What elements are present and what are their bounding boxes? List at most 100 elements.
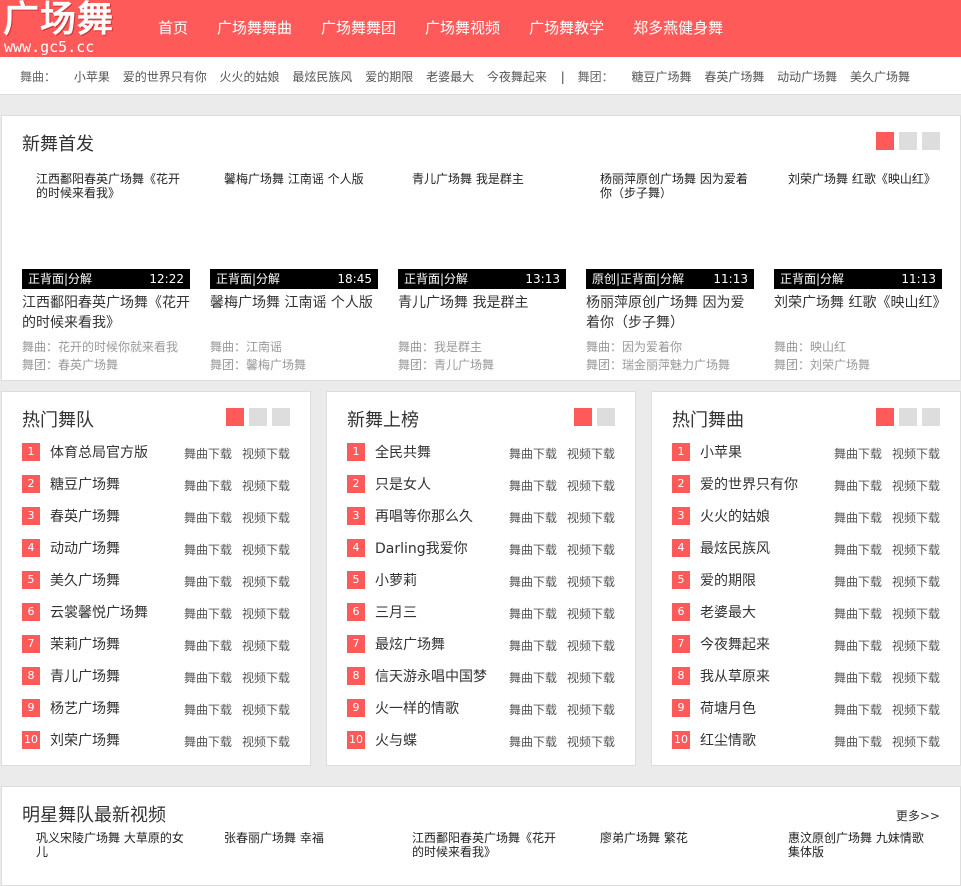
pager-dot[interactable] — [922, 408, 940, 426]
quick-song-link[interactable]: 爱的期限 — [365, 70, 413, 84]
nav-teams[interactable]: 广场舞舞团 — [308, 0, 409, 57]
pager-dot[interactable] — [922, 132, 940, 150]
song-download-link[interactable]: 舞曲下载 — [834, 637, 882, 654]
video-thumbnail-title[interactable]: 巩义宋陵广场舞 大草原的女儿 — [36, 831, 186, 859]
video-title[interactable]: 馨梅广场舞 江南谣 个人版 — [210, 293, 378, 313]
video-thumbnail-title[interactable]: 江西鄱阳春英广场舞《花开的时候来看我》 — [412, 831, 562, 859]
song-download-link[interactable]: 舞曲下载 — [509, 605, 557, 622]
item-name[interactable]: 最炫民族风 — [700, 538, 770, 558]
song-download-link[interactable]: 舞曲下载 — [834, 541, 882, 558]
video-team[interactable]: 舞团：春英广场舞 — [22, 356, 118, 373]
video-song[interactable]: 舞曲：映山红 — [774, 338, 846, 355]
song-download-link[interactable]: 舞曲下载 — [184, 701, 232, 718]
item-name[interactable]: Darling我爱你 — [375, 538, 468, 558]
song-download-link[interactable]: 舞曲下载 — [834, 605, 882, 622]
song-download-link[interactable]: 舞曲下载 — [509, 573, 557, 590]
video-title[interactable]: 杨丽萍原创广场舞 因为爱着你（步子舞） — [586, 293, 754, 333]
video-thumbnail[interactable]: 杨丽萍原创广场舞 因为爱着你（步子舞） — [586, 158, 754, 269]
video-download-link[interactable]: 视频下载 — [892, 733, 940, 750]
quick-song-link[interactable]: 最炫民族风 — [292, 70, 352, 84]
site-logo[interactable]: 广场舞 www.gc5.cc — [0, 0, 130, 57]
item-name[interactable]: 红尘情歌 — [700, 730, 756, 750]
video-download-link[interactable]: 视频下载 — [567, 733, 615, 750]
quick-song-link[interactable]: 火火的姑娘 — [220, 70, 280, 84]
song-download-link[interactable]: 舞曲下载 — [184, 541, 232, 558]
item-name[interactable]: 我从草原来 — [700, 666, 770, 686]
item-name[interactable]: 火火的姑娘 — [700, 506, 770, 526]
video-download-link[interactable]: 视频下载 — [892, 573, 940, 590]
video-download-link[interactable]: 视频下载 — [242, 701, 290, 718]
song-download-link[interactable]: 舞曲下载 — [184, 605, 232, 622]
item-name[interactable]: 火与蝶 — [375, 730, 417, 750]
item-name[interactable]: 刘荣广场舞 — [50, 730, 120, 750]
video-download-link[interactable]: 视频下载 — [892, 701, 940, 718]
item-name[interactable]: 荷塘月色 — [700, 698, 756, 718]
video-download-link[interactable]: 视频下载 — [242, 509, 290, 526]
nav-videos[interactable]: 广场舞视频 — [412, 0, 513, 57]
item-name[interactable]: 老婆最大 — [700, 602, 756, 622]
pager-dot[interactable] — [574, 408, 592, 426]
pager-dot[interactable] — [226, 408, 244, 426]
quick-song-link[interactable]: 今夜舞起来 — [487, 70, 547, 84]
song-download-link[interactable]: 舞曲下载 — [834, 509, 882, 526]
item-name[interactable]: 茉莉广场舞 — [50, 634, 120, 654]
song-download-link[interactable]: 舞曲下载 — [509, 733, 557, 750]
song-download-link[interactable]: 舞曲下载 — [509, 541, 557, 558]
item-name[interactable]: 美久广场舞 — [50, 570, 120, 590]
video-download-link[interactable]: 视频下载 — [892, 477, 940, 494]
item-name[interactable]: 糖豆广场舞 — [50, 474, 120, 494]
video-download-link[interactable]: 视频下载 — [567, 573, 615, 590]
item-name[interactable]: 只是女人 — [375, 474, 431, 494]
item-name[interactable]: 爱的期限 — [700, 570, 756, 590]
song-download-link[interactable]: 舞曲下载 — [834, 477, 882, 494]
song-download-link[interactable]: 舞曲下载 — [184, 509, 232, 526]
pager-dot[interactable] — [899, 408, 917, 426]
item-name[interactable]: 动动广场舞 — [50, 538, 120, 558]
item-name[interactable]: 最炫广场舞 — [375, 634, 445, 654]
video-song[interactable]: 舞曲：花开的时候你就来看我 — [22, 338, 178, 355]
video-download-link[interactable]: 视频下载 — [242, 477, 290, 494]
video-thumbnail-title[interactable]: 张春丽广场舞 幸福 — [224, 831, 374, 845]
quick-song-link[interactable]: 爱的世界只有你 — [123, 70, 207, 84]
video-team[interactable]: 舞团：刘荣广场舞 — [774, 356, 870, 373]
video-download-link[interactable]: 视频下载 — [567, 637, 615, 654]
video-team[interactable]: 舞团：瑞金丽萍魅力广场舞 — [586, 356, 730, 373]
song-download-link[interactable]: 舞曲下载 — [834, 701, 882, 718]
video-download-link[interactable]: 视频下载 — [242, 637, 290, 654]
quick-team-link[interactable]: 糖豆广场舞 — [631, 70, 691, 84]
video-download-link[interactable]: 视频下载 — [892, 605, 940, 622]
item-name[interactable]: 今夜舞起来 — [700, 634, 770, 654]
quick-team-link[interactable]: 春英广场舞 — [704, 70, 764, 84]
song-download-link[interactable]: 舞曲下载 — [509, 669, 557, 686]
pager-dot[interactable] — [876, 408, 894, 426]
item-name[interactable]: 青儿广场舞 — [50, 666, 120, 686]
video-download-link[interactable]: 视频下载 — [242, 541, 290, 558]
video-download-link[interactable]: 视频下载 — [242, 605, 290, 622]
video-thumbnail[interactable]: 江西鄱阳春英广场舞《花开的时候来看我》 — [22, 158, 190, 269]
pager-dot[interactable] — [272, 408, 290, 426]
item-name[interactable]: 爱的世界只有你 — [700, 474, 798, 494]
pager-dot[interactable] — [597, 408, 615, 426]
video-download-link[interactable]: 视频下载 — [567, 509, 615, 526]
video-download-link[interactable]: 视频下载 — [567, 445, 615, 462]
song-download-link[interactable]: 舞曲下载 — [509, 701, 557, 718]
video-download-link[interactable]: 视频下载 — [892, 669, 940, 686]
nav-songs[interactable]: 广场舞舞曲 — [204, 0, 305, 57]
video-title[interactable]: 江西鄱阳春英广场舞《花开的时候来看我》 — [22, 293, 190, 333]
video-download-link[interactable]: 视频下载 — [892, 637, 940, 654]
video-team[interactable]: 舞团：青儿广场舞 — [398, 356, 494, 373]
video-team[interactable]: 舞团：馨梅广场舞 — [210, 356, 306, 373]
video-download-link[interactable]: 视频下载 — [242, 573, 290, 590]
more-link[interactable]: 更多>> — [896, 807, 940, 824]
song-download-link[interactable]: 舞曲下载 — [184, 669, 232, 686]
song-download-link[interactable]: 舞曲下载 — [509, 637, 557, 654]
pager-dot[interactable] — [899, 132, 917, 150]
item-name[interactable]: 小苹果 — [700, 442, 742, 462]
video-title[interactable]: 青儿广场舞 我是群主 — [398, 293, 566, 313]
quick-team-link[interactable]: 美久广场舞 — [850, 70, 910, 84]
video-thumbnail[interactable]: 馨梅广场舞 江南谣 个人版 — [210, 158, 378, 269]
video-download-link[interactable]: 视频下载 — [892, 541, 940, 558]
video-download-link[interactable]: 视频下载 — [892, 445, 940, 462]
song-download-link[interactable]: 舞曲下载 — [184, 573, 232, 590]
video-download-link[interactable]: 视频下载 — [242, 669, 290, 686]
